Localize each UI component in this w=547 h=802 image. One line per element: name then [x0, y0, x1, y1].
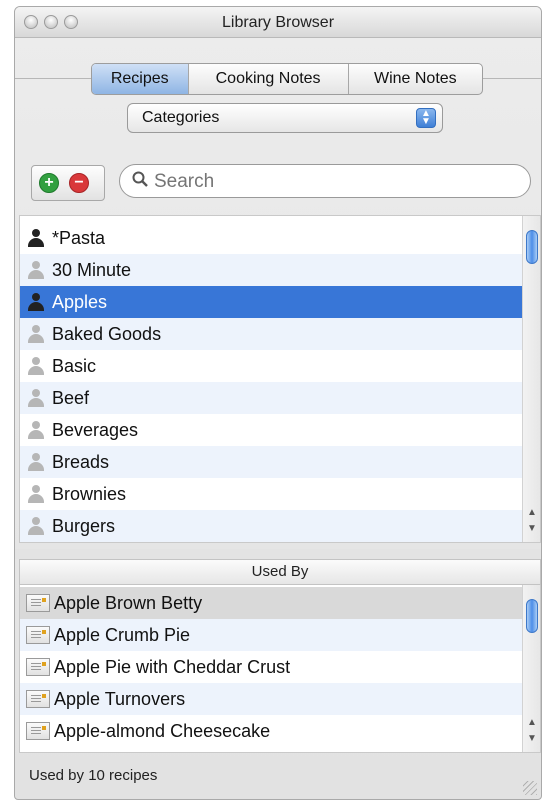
person-gray-icon: [28, 453, 44, 471]
status-text: Used by 10 recipes: [29, 767, 158, 784]
category-list: *Pasta 30 Minute Apples Baked Goods Basi…: [19, 215, 541, 543]
person-dark-icon: [28, 293, 44, 311]
scroll-up-arrow-icon[interactable]: ▲: [525, 506, 539, 520]
category-label: Breads: [52, 451, 110, 472]
category-label: Apples: [52, 291, 108, 312]
list-item[interactable]: Apple Crumb Pie: [20, 619, 524, 651]
person-gray-icon: [28, 485, 44, 503]
tab-recipes[interactable]: Recipes: [92, 64, 189, 94]
list-item[interactable]: Apple Pie with Cheddar Crust: [20, 651, 524, 683]
add-icon[interactable]: +: [39, 173, 59, 193]
list-item[interactable]: 30 Minute: [20, 254, 524, 286]
scroll-up-arrow-icon[interactable]: ▲: [525, 716, 539, 730]
list-item[interactable]: Brownies: [20, 478, 524, 510]
recipe-icon: [26, 594, 50, 612]
scroll-thumb[interactable]: [526, 230, 538, 264]
tab-wine-notes[interactable]: Wine Notes: [349, 64, 482, 94]
list-item[interactable]: Apple Brown Betty: [20, 587, 524, 619]
scroll-down-arrow-icon[interactable]: ▼: [525, 522, 539, 536]
person-gray-icon: [28, 357, 44, 375]
window-title: Library Browser: [221, 14, 335, 31]
category-scrollbar[interactable]: ▲ ▼: [522, 216, 540, 542]
scroll-down-arrow-icon[interactable]: ▼: [525, 732, 539, 746]
list-item[interactable]: Baked Goods: [20, 318, 524, 350]
category-label: Basic: [52, 355, 97, 376]
category-label: Burgers: [52, 515, 116, 536]
remove-icon[interactable]: −: [69, 173, 89, 193]
categories-popup[interactable]: Categories ▲ ▼: [127, 103, 443, 133]
used-by-list: Apple Brown Betty Apple Crumb Pie Apple …: [19, 585, 541, 753]
recipe-icon: [26, 658, 50, 676]
category-label: *Pasta: [52, 227, 106, 248]
person-gray-icon: [28, 261, 44, 279]
list-item[interactable]: Basic: [20, 350, 524, 382]
recipe-label: Apple Turnovers: [54, 688, 186, 709]
person-dark-icon: [28, 229, 44, 247]
popup-arrows-icon: ▲ ▼: [416, 108, 436, 128]
list-item[interactable]: Burgers: [20, 510, 524, 542]
search-field[interactable]: [119, 164, 531, 198]
category-label: Beverages: [52, 419, 139, 440]
list-item-selected[interactable]: Apples: [20, 286, 524, 318]
recipe-icon: [26, 690, 50, 708]
category-label: Brownies: [52, 483, 127, 504]
category-label: Beef: [52, 387, 90, 408]
resize-grip-icon[interactable]: [523, 781, 537, 795]
list-item[interactable]: Apple Turnovers: [20, 683, 524, 715]
tab-cooking-notes[interactable]: Cooking Notes: [189, 64, 349, 94]
scroll-thumb[interactable]: [526, 599, 538, 633]
library-browser-window: Library Browser Recipes Cooking Notes Wi…: [14, 6, 542, 800]
list-item[interactable]: Apple-almond Cheesecake: [20, 715, 524, 747]
split-divider[interactable]: [15, 549, 541, 559]
used-by-scrollbar[interactable]: ▲ ▼: [522, 585, 540, 752]
search-icon: [132, 171, 148, 192]
list-item[interactable]: *Pasta: [20, 222, 524, 254]
category-label: Baked Goods: [52, 323, 162, 344]
person-gray-icon: [28, 325, 44, 343]
recipe-label: Apple-almond Cheesecake: [54, 720, 271, 741]
used-by-header[interactable]: Used By: [19, 559, 541, 585]
person-gray-icon: [28, 389, 44, 407]
person-gray-icon: [28, 517, 44, 535]
tab-segmented-control: Recipes Cooking Notes Wine Notes: [91, 63, 483, 95]
popup-selected-label: Categories: [142, 109, 220, 126]
list-item[interactable]: Beverages: [20, 414, 524, 446]
recipe-label: Apple Brown Betty: [54, 592, 203, 613]
title-bar: Library Browser: [15, 7, 541, 38]
search-input[interactable]: [152, 168, 516, 196]
list-item[interactable]: Beef: [20, 382, 524, 414]
recipe-icon: [26, 722, 50, 740]
recipe-icon: [26, 626, 50, 644]
recipe-label: Apple Crumb Pie: [54, 624, 191, 645]
person-gray-icon: [28, 421, 44, 439]
recipe-label: Apple Pie with Cheddar Crust: [54, 656, 291, 677]
category-label: 30 Minute: [52, 259, 132, 280]
list-item[interactable]: Breads: [20, 446, 524, 478]
